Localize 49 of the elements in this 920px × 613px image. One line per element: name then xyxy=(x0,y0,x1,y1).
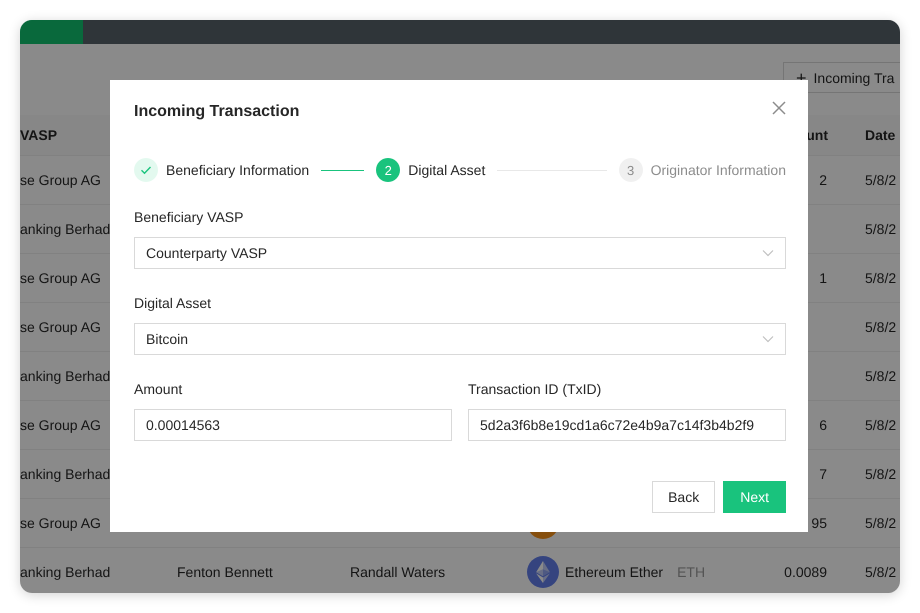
step-label: Digital Asset xyxy=(408,162,486,178)
input-field[interactable]: 0.00014563 xyxy=(134,409,452,441)
step-number: 3 xyxy=(618,158,643,182)
back-button[interactable]: Back xyxy=(652,481,716,513)
dialog-title: Incoming Transaction xyxy=(134,103,300,121)
table-cell: 95 xyxy=(811,515,827,531)
column-header: Date xyxy=(865,127,896,143)
table-cell: 5/8/2 xyxy=(865,417,896,433)
table-cell: 5/8/2 xyxy=(865,368,896,384)
table-cell: 0.0089 xyxy=(784,564,827,580)
select-field[interactable]: Bitcoin xyxy=(134,323,786,355)
asset-name: Ethereum Ether xyxy=(565,564,664,580)
step-label: Beneficiary Information xyxy=(166,162,310,178)
close-icon[interactable] xyxy=(772,101,786,115)
table-cell: 5/8/2 xyxy=(865,221,896,237)
table-cell: anking Berhad xyxy=(20,221,110,237)
table-cell: anking Berhad xyxy=(20,368,110,384)
select-field[interactable]: Counterparty VASP xyxy=(134,237,786,269)
table-cell: se Group AG xyxy=(20,270,101,286)
table-cell: 2 xyxy=(819,172,827,188)
chevron-icon xyxy=(762,335,774,343)
table-cell: 5/8/2 xyxy=(865,466,896,482)
step-number: 2 xyxy=(376,158,400,182)
table-cell: se Group AG xyxy=(20,319,101,335)
ethereum-icon xyxy=(527,556,559,588)
table-cell: 7 xyxy=(819,466,827,482)
table-cell: 5/8/2 xyxy=(865,319,896,335)
field-label: Transaction ID (TxID) xyxy=(468,380,602,399)
field-label: Amount xyxy=(134,380,184,399)
table-cell: se Group AG xyxy=(20,515,101,531)
chevron-icon xyxy=(762,249,774,257)
table-cell: se Group AG xyxy=(20,417,101,433)
table-cell: 6 xyxy=(819,417,827,433)
field-label: Beneficiary VASP xyxy=(134,208,244,227)
table-cell: 5/8/2 xyxy=(865,564,896,580)
table-cell: 5/8/2 xyxy=(865,270,896,286)
table-cell: Randall Waters xyxy=(350,564,446,580)
step-label: Originator Information xyxy=(650,162,786,178)
table-cell: 5/8/2 xyxy=(865,515,896,531)
table-cell: 1 xyxy=(819,270,827,286)
table-cell: 5/8/2 xyxy=(865,172,896,188)
input-field[interactable]: 5d2a3f6b8e19cd1a6c72e4b9a7c14f3b4b2f9 xyxy=(468,409,786,441)
table-cell: anking Berhad xyxy=(20,564,110,580)
table-cell: se Group AG xyxy=(20,172,101,188)
table-cell: anking Berhad xyxy=(20,466,110,482)
nav-tab[interactable] xyxy=(20,20,83,44)
column-header: VASP xyxy=(20,127,58,143)
field-label: Digital Asset xyxy=(134,294,212,313)
table-cell: Fenton Bennett xyxy=(177,564,273,580)
